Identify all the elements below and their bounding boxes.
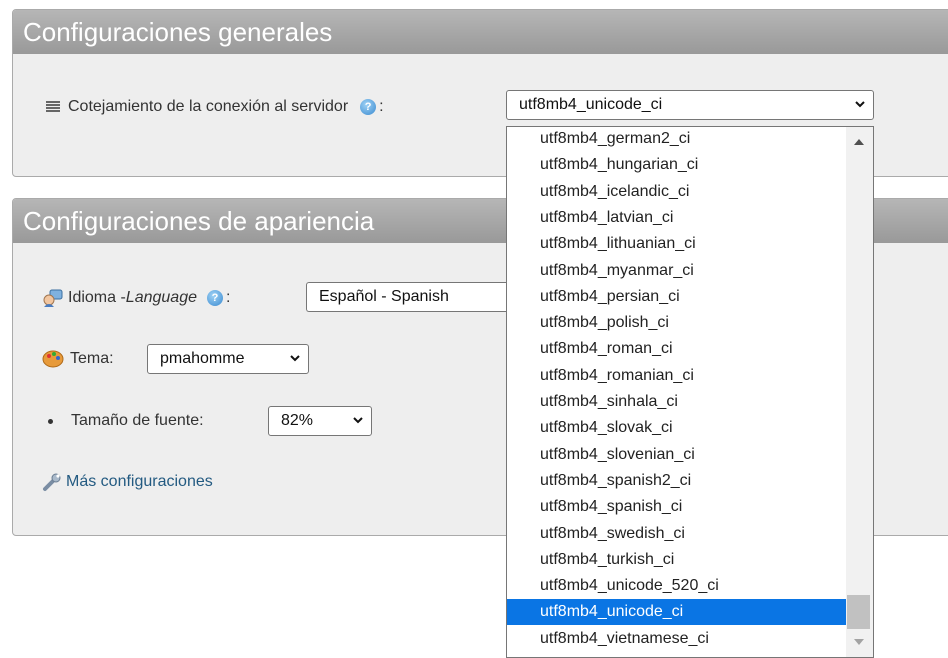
collation-label: Cotejamiento de la conexión al servidor — [68, 98, 349, 115]
collation-select[interactable]: utf8mb4_unicode_ci — [506, 90, 874, 120]
dropdown-option[interactable]: utf8mb4_lithuanian_ci — [507, 231, 847, 257]
theme-label: Tema: — [70, 350, 114, 367]
font-size-select-value: 82% — [281, 412, 314, 429]
font-size-label: Tamaño de fuente: — [71, 412, 204, 429]
dropdown-option[interactable]: utf8mb4_swedish_ci — [507, 521, 847, 547]
more-settings-row: Más configuraciones — [42, 472, 213, 492]
font-size-select[interactable]: 82% — [268, 406, 372, 436]
general-settings-title: Configuraciones generales — [13, 10, 948, 54]
collation-row: Cotejamiento de la conexión al servidor … — [46, 98, 384, 116]
dropdown-option[interactable]: utf8mb4_latvian_ci — [507, 205, 847, 231]
dropdown-option[interactable]: utf8mb4_spanish_ci — [507, 494, 847, 520]
theme-select[interactable]: pmahomme — [147, 344, 309, 374]
collation-icon — [46, 101, 60, 113]
chevron-down-icon — [353, 417, 363, 424]
dropdown-option[interactable]: utf8mb4_vietnamese_ci — [507, 626, 847, 652]
collation-colon: : — [379, 98, 384, 115]
font-size-row: Tamaño de fuente: — [48, 412, 204, 430]
scrollbar-thumb[interactable] — [847, 595, 870, 629]
dropdown-option[interactable]: utf8mb4_unicode_520_ci — [507, 573, 847, 599]
dropdown-option[interactable]: utf8mb4_unicode_ci — [507, 599, 847, 626]
dropdown-option[interactable]: utf8mb4_roman_ci — [507, 336, 847, 362]
dropdown-option[interactable]: utf8mb4_slovenian_ci — [507, 442, 847, 468]
dropdown-option[interactable]: utf8mb4_hungarian_ci — [507, 152, 847, 178]
dropdown-option[interactable]: utf8mb4_german2_ci — [507, 127, 847, 152]
theme-select-value: pmahomme — [160, 350, 245, 367]
dropdown-option[interactable]: utf8mb4_spanish2_ci — [507, 468, 847, 494]
dropdown-option[interactable]: utf8mb4_polish_ci — [507, 310, 847, 336]
dropdown-scrollbar[interactable] — [846, 127, 873, 657]
language-colon: : — [225, 289, 231, 306]
bullet-icon — [48, 418, 53, 424]
language-help-icon[interactable]: ? — [206, 290, 223, 306]
theme-row: Tema: — [42, 349, 114, 369]
wrench-icon — [43, 473, 61, 491]
more-settings-link[interactable]: Más configuraciones — [66, 473, 213, 491]
collation-select-value: utf8mb4_unicode_ci — [519, 96, 663, 113]
language-row: Idioma - Language ? : — [42, 288, 230, 308]
dropdown-option[interactable]: utf8mb4_turkish_ci — [507, 547, 847, 573]
language-label: Idioma - — [68, 289, 126, 306]
dropdown-option[interactable]: utf8mb4_icelandic_ci — [507, 179, 847, 205]
dropdown-option[interactable]: utf8mb4_persian_ci — [507, 284, 847, 310]
scroll-down-arrow-icon[interactable] — [854, 639, 864, 645]
chevron-down-icon — [290, 355, 300, 362]
language-select[interactable]: Español - Spanish — [306, 282, 512, 312]
help-icon[interactable]: ? — [360, 99, 377, 115]
dropdown-option[interactable]: utf8mb4_slovak_ci — [507, 415, 847, 441]
dropdown-option[interactable]: utf8mb4_sinhala_ci — [507, 389, 847, 415]
language-icon — [43, 289, 63, 307]
dropdown-option[interactable]: utf8mb4_romanian_ci — [507, 363, 847, 389]
dropdown-option[interactable]: utf8mb4_myanmar_ci — [507, 258, 847, 284]
chevron-down-icon — [855, 101, 865, 108]
language-select-value: Español - Spanish — [319, 288, 449, 305]
palette-icon — [42, 350, 64, 368]
scroll-up-arrow-icon[interactable] — [854, 139, 864, 145]
collation-dropdown-list[interactable]: utf8mb4_german2_ci utf8mb4_hungarian_ci ut… — [506, 126, 874, 658]
language-label-italic: Language — [125, 289, 197, 306]
